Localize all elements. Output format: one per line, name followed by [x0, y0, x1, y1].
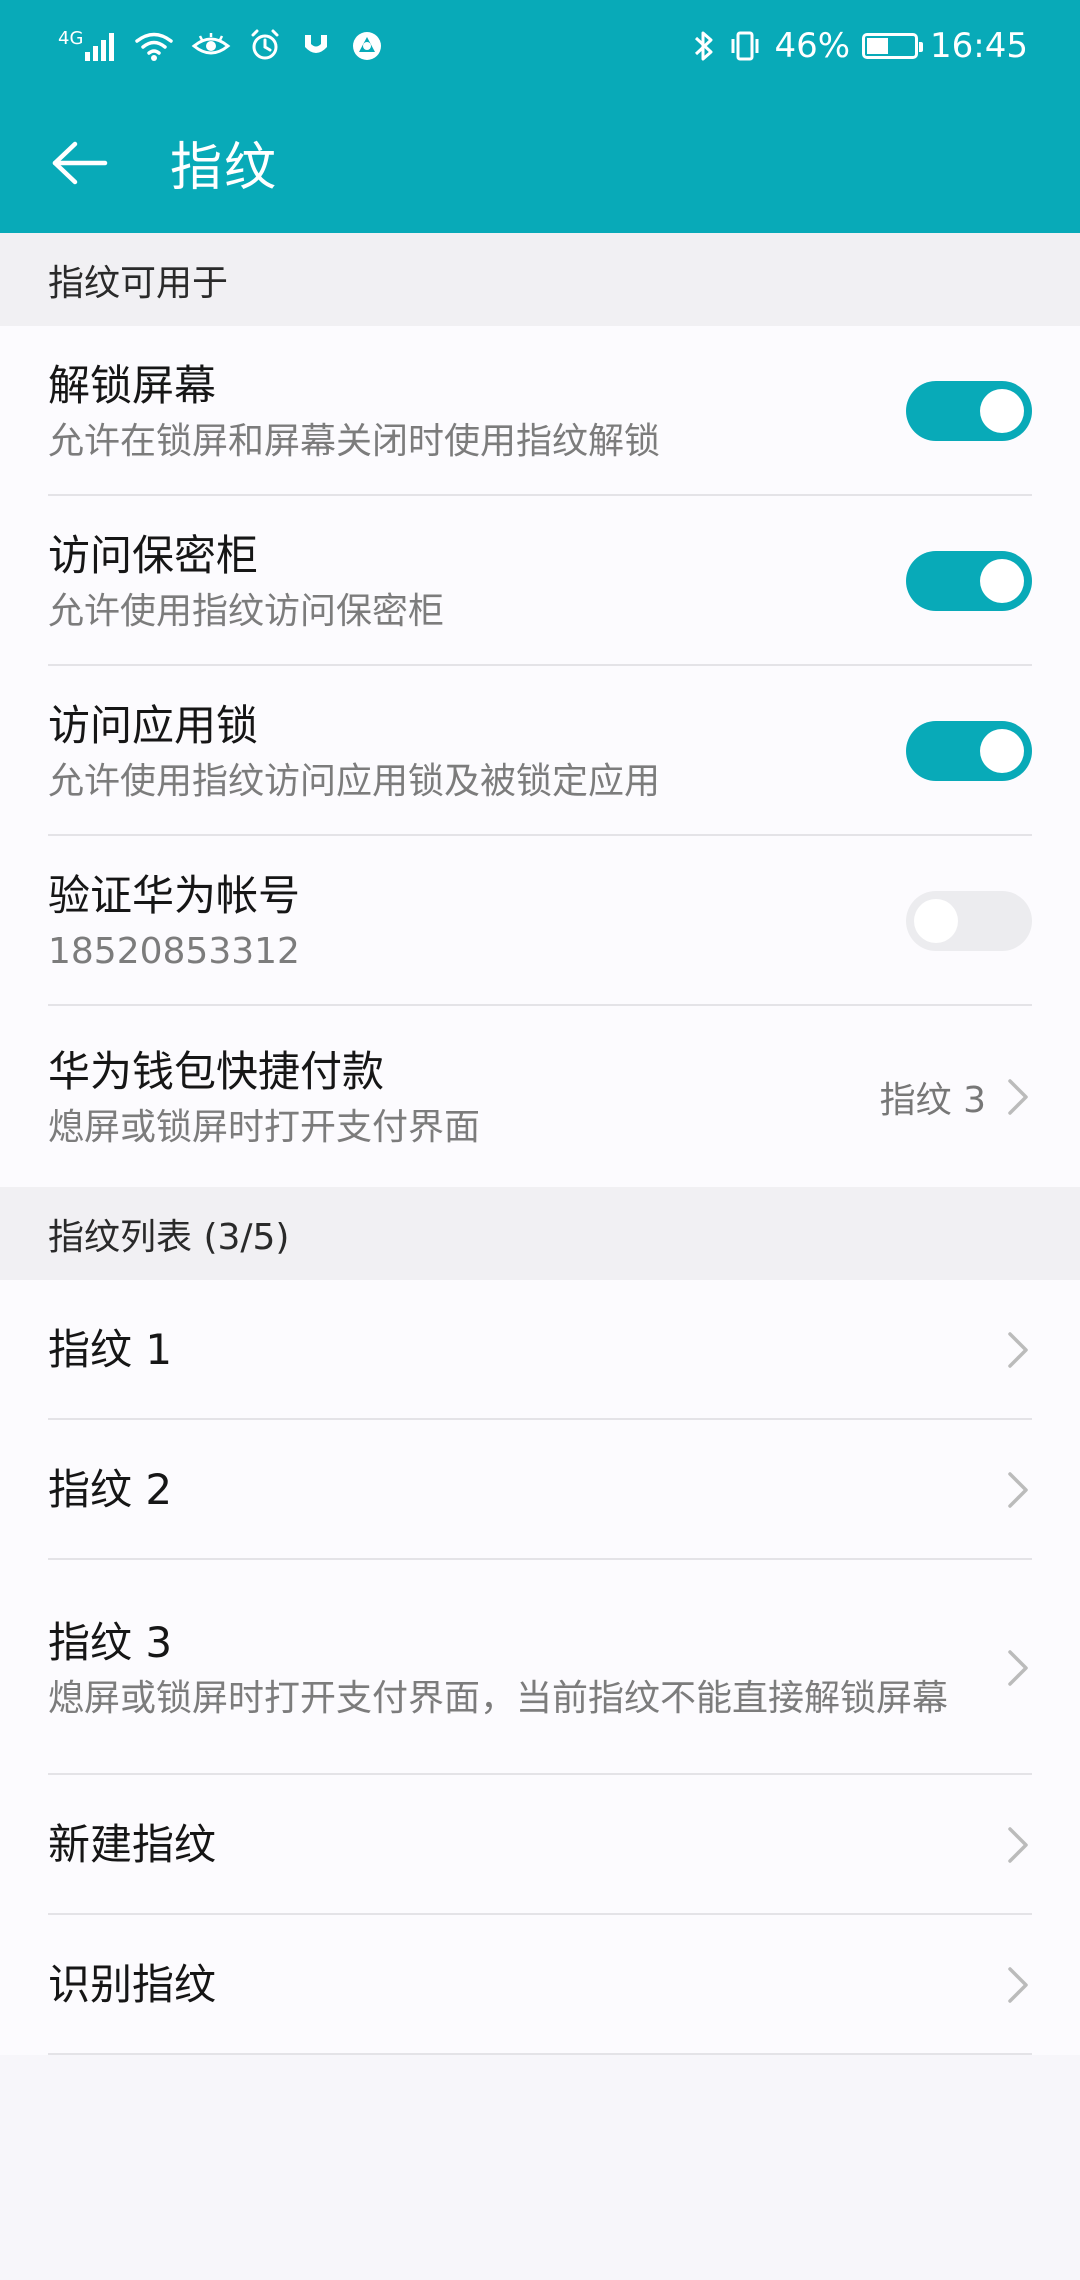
fingerprint-name: 指纹 1: [48, 1325, 173, 1374]
section-header-fingerprints: 指纹列表 (3/5): [0, 1187, 1080, 1280]
new-fingerprint-label: 新建指纹: [48, 1820, 217, 1869]
toolbar: 指纹: [0, 92, 1080, 233]
shield-icon: [305, 35, 328, 53]
arrow-left-icon: [52, 141, 108, 184]
setting-title: 访问应用锁: [48, 701, 259, 750]
unlock-screen-setting[interactable]: 解锁屏幕 允许在锁屏和屏幕关闭时使用指纹解锁: [0, 326, 1080, 496]
setting-title: 验证华为帐号: [48, 871, 301, 920]
eye-comfort-icon: [192, 33, 231, 55]
section-header-usage: 指纹可用于: [0, 233, 1080, 326]
new-fingerprint-text: 新建指纹: [48, 1816, 1004, 1874]
vibrate-icon: [731, 31, 759, 61]
huawei-account-text: 验证华为帐号 18520853312: [48, 867, 906, 975]
chevron-right-icon: [1008, 1827, 1028, 1863]
fingerprint-description: 熄屏或锁屏时打开支付界面，当前指纹不能直接解锁屏幕: [48, 1677, 949, 1719]
battery-icon: [862, 33, 924, 59]
toggle-knob: [980, 389, 1024, 433]
toggle-knob: [914, 899, 958, 943]
signal-bars-icon: [85, 31, 117, 61]
setting-description: 允许在锁屏和屏幕关闭时使用指纹解锁: [48, 421, 661, 462]
toggle-knob: [980, 729, 1024, 773]
app-lock-text: 访问应用锁 允许使用指纹访问应用锁及被锁定应用: [48, 697, 906, 805]
wifi-icon: [135, 32, 174, 61]
alarm-icon: [251, 29, 279, 60]
wallet-quick-pay-setting[interactable]: 华为钱包快捷付款 熄屏或锁屏时打开支付界面 指纹 3: [0, 1006, 1080, 1187]
chevron-right-icon: [1008, 1649, 1028, 1686]
fingerprint-1-item[interactable]: 指纹 1: [0, 1280, 1080, 1420]
back-button[interactable]: [50, 133, 110, 193]
status-right-icons: 46% 16:45: [680, 26, 1028, 66]
setting-title: 华为钱包快捷付款: [48, 1046, 385, 1096]
identify-fingerprint-label: 识别指纹: [48, 1960, 217, 2009]
fingerprint-3-text: 指纹 3 熄屏或锁屏时打开支付界面，当前指纹不能直接解锁屏幕: [48, 1614, 1004, 1722]
app-lock-toggle[interactable]: [906, 721, 1032, 781]
unlock-screen-text: 解锁屏幕 允许在锁屏和屏幕关闭时使用指纹解锁: [48, 357, 906, 465]
safe-access-text: 访问保密柜 允许使用指纹访问保密柜: [48, 527, 906, 635]
network-type-label: 4G: [58, 28, 84, 49]
app-lock-setting[interactable]: 访问应用锁 允许使用指纹访问应用锁及被锁定应用: [0, 666, 1080, 836]
fingerprint-1-text: 指纹 1: [48, 1321, 1004, 1379]
setting-title: 解锁屏幕: [48, 361, 217, 410]
app-bar: 4G 46% 16:45 指纹: [0, 0, 1080, 233]
setting-description: 允许使用指纹访问应用锁及被锁定应用: [48, 761, 661, 802]
fingerprint-name: 指纹 2: [48, 1465, 173, 1514]
chevron-right-icon: [1008, 1078, 1028, 1115]
fingerprint-2-item[interactable]: 指纹 2: [0, 1420, 1080, 1560]
browser-icon: [353, 32, 382, 60]
setting-title: 访问保密柜: [48, 531, 259, 580]
bluetooth-icon: [695, 31, 713, 61]
page-title: 指纹: [170, 138, 279, 198]
toggle-knob: [980, 559, 1024, 603]
chevron-right-icon: [1008, 1967, 1028, 2003]
usage-settings-list: 解锁屏幕 允许在锁屏和屏幕关闭时使用指纹解锁 访问保密柜 允许使用指纹访问保密柜…: [0, 326, 1080, 1187]
huawei-account-setting[interactable]: 验证华为帐号 18520853312: [0, 836, 1080, 1006]
account-number: 18520853312: [48, 931, 300, 972]
battery-level: [867, 38, 889, 54]
status-bar: 4G 46% 16:45: [0, 0, 1080, 92]
safe-access-toggle[interactable]: [906, 551, 1032, 611]
selected-fingerprint-value: 指纹 3: [879, 1079, 986, 1121]
setting-description: 熄屏或锁屏时打开支付界面: [48, 1106, 481, 1148]
fingerprint-list: 指纹 1 指纹 2 指纹 3 熄屏或锁屏时打开支付界面，当前指纹不能直接解锁屏幕…: [0, 1280, 1080, 2055]
identify-fingerprint-text: 识别指纹: [48, 1956, 1004, 2014]
fingerprint-2-text: 指纹 2: [48, 1461, 1004, 1519]
chevron-right-icon: [1008, 1332, 1028, 1368]
fingerprint-3-item[interactable]: 指纹 3 熄屏或锁屏时打开支付界面，当前指纹不能直接解锁屏幕: [0, 1560, 1080, 1775]
chevron-right-icon: [1008, 1472, 1028, 1508]
safe-access-setting[interactable]: 访问保密柜 允许使用指纹访问保密柜: [0, 496, 1080, 666]
unlock-screen-toggle[interactable]: [906, 381, 1032, 441]
clock: 16:45: [930, 26, 1028, 66]
status-left-icons: 4G: [58, 28, 401, 64]
fingerprint-name: 指纹 3: [48, 1617, 173, 1667]
huawei-account-toggle[interactable]: [906, 891, 1032, 951]
battery-percentage: 46%: [774, 26, 851, 66]
setting-description: 允许使用指纹访问保密柜: [48, 591, 445, 632]
identify-fingerprint-item[interactable]: 识别指纹: [0, 1915, 1080, 2055]
wallet-quick-pay-text: 华为钱包快捷付款 熄屏或锁屏时打开支付界面: [48, 1043, 880, 1151]
new-fingerprint-item[interactable]: 新建指纹: [0, 1775, 1080, 1915]
cellular-signal-icon: 4G: [58, 28, 117, 61]
